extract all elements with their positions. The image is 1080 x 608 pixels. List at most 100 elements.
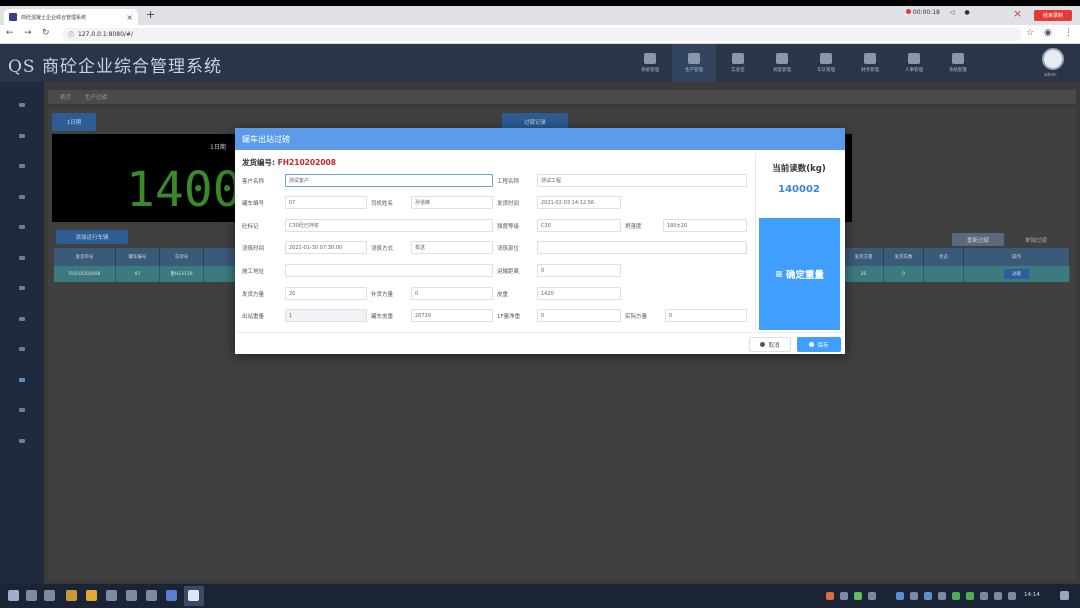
- sidebar-item-icon[interactable]: [19, 256, 25, 260]
- driver-label: 司机姓名: [371, 201, 394, 207]
- sidebar-item-icon[interactable]: [19, 195, 25, 199]
- sidebar-item-icon[interactable]: [19, 134, 25, 138]
- tray-icon[interactable]: [980, 592, 988, 600]
- display-caption: 1日期: [210, 144, 226, 151]
- volume-icon[interactable]: [1008, 592, 1016, 600]
- truck-tare-field[interactable]: 20739: [411, 309, 493, 322]
- cancel-button[interactable]: 取消: [749, 337, 791, 352]
- tray-icon[interactable]: [966, 592, 974, 600]
- customer-field[interactable]: 测试客户: [285, 174, 493, 187]
- sidebar-item-icon-active[interactable]: [19, 378, 25, 382]
- close-window-icon[interactable]: ×: [1013, 7, 1022, 20]
- new-tab-icon[interactable]: +: [146, 8, 155, 21]
- tray-icon[interactable]: [994, 592, 1002, 600]
- nav-item-fleet[interactable]: 车队管理: [804, 44, 848, 82]
- breadcrumb-home[interactable]: 首页: [60, 93, 71, 101]
- tray-icon[interactable]: [854, 592, 862, 600]
- app-icon[interactable]: [146, 590, 157, 601]
- tray-icon[interactable]: [896, 592, 904, 600]
- gross-weight-field[interactable]: 1: [285, 309, 367, 322]
- tray-icon[interactable]: [868, 592, 876, 600]
- distance-field[interactable]: 0: [537, 264, 621, 277]
- pour-part-field[interactable]: [537, 241, 747, 254]
- confirm-weight-button[interactable]: ≡ 确定重量: [759, 218, 840, 330]
- sidebar-item-icon[interactable]: [19, 103, 25, 107]
- close-tab-icon[interactable]: ×: [126, 13, 133, 22]
- sidebar-item-icon[interactable]: [19, 408, 25, 412]
- pour-method-field[interactable]: 泵送: [411, 241, 493, 254]
- nav-item-lab[interactable]: 实验室: [716, 44, 760, 82]
- nav-item-hr[interactable]: 人事管理: [892, 44, 936, 82]
- net-weight-field[interactable]: 0: [537, 309, 621, 322]
- app-icon[interactable]: [126, 590, 137, 601]
- nav-item-dispatch[interactable]: 调度管理: [760, 44, 804, 82]
- stop-recording-button[interactable]: 结束录制: [1034, 10, 1072, 21]
- tray-icon[interactable]: [938, 592, 946, 600]
- supplement-volume-label: 补货方量: [371, 292, 394, 298]
- slump-field[interactable]: 180±20: [663, 219, 747, 232]
- notification-icon[interactable]: [1060, 591, 1069, 600]
- forward-icon[interactable]: →: [24, 28, 32, 38]
- speaker-icon[interactable]: ◁: [950, 9, 955, 16]
- browser-icon[interactable]: [188, 590, 199, 601]
- tare-field[interactable]: 1420: [537, 287, 621, 300]
- truck-no-label: 罐车编号: [242, 201, 265, 207]
- task-view-icon[interactable]: [44, 590, 55, 601]
- date-button[interactable]: 1日期: [52, 113, 96, 131]
- folder-icon[interactable]: [86, 590, 97, 601]
- tray-icon[interactable]: [910, 592, 918, 600]
- driver-field[interactable]: 孙道峰: [411, 196, 493, 209]
- order-number-label: 发货编号:: [242, 158, 275, 167]
- gross-weight-label: 出站重量: [242, 314, 265, 320]
- sidebar-item-icon[interactable]: [19, 347, 25, 351]
- reload-icon[interactable]: ↻: [42, 28, 50, 38]
- ship-time-field[interactable]: 2021-02-03 14:12:56: [537, 196, 621, 209]
- mark-field[interactable]: C30砼已拌浆: [285, 219, 493, 232]
- browser-tab[interactable]: 商砼混凝土企业综合管理系统 ×: [4, 9, 138, 25]
- start-icon[interactable]: [8, 590, 19, 601]
- reweigh-button[interactable]: 重新过磅: [952, 233, 1004, 246]
- table-cell: 0: [884, 266, 924, 282]
- nav-item-config[interactable]: 系统配置: [936, 44, 980, 82]
- sidebar-item-icon[interactable]: [19, 286, 25, 290]
- app-icon[interactable]: [166, 590, 177, 601]
- sidebar-item-icon[interactable]: [19, 225, 25, 229]
- weigh-action-button[interactable]: 过磅: [1004, 269, 1029, 279]
- ship-volume-field[interactable]: 20: [285, 287, 367, 300]
- list-icon: ≡: [775, 268, 783, 280]
- menu-icon[interactable]: ⋮: [1064, 28, 1073, 38]
- pour-part-label: 浇筑部位: [497, 246, 520, 252]
- nav-item-system[interactable]: 系统管理: [628, 44, 672, 82]
- app-icon[interactable]: [106, 590, 117, 601]
- tray-icon[interactable]: [826, 592, 834, 600]
- tray-icon[interactable]: [952, 592, 960, 600]
- monitor-icon: [688, 53, 700, 64]
- site-address-field[interactable]: [285, 264, 493, 277]
- save-button[interactable]: 保存: [797, 337, 841, 352]
- sidebar-item-icon[interactable]: [19, 439, 25, 443]
- url-field[interactable]: ⓘ 127.0.0.1:8080/#/: [62, 28, 1022, 41]
- profile-icon[interactable]: ◉: [1044, 28, 1052, 38]
- star-icon[interactable]: ☆: [1026, 28, 1034, 38]
- tray-icon[interactable]: [924, 592, 932, 600]
- add-vehicle-button[interactable]: 添加运行车辆: [56, 230, 128, 244]
- nav-item-production[interactable]: 生产管理: [672, 44, 716, 82]
- file-explorer-icon[interactable]: [66, 590, 77, 601]
- nav-item-finance[interactable]: 财务管理: [848, 44, 892, 82]
- avatar[interactable]: [1042, 48, 1064, 70]
- strength-field[interactable]: C30: [537, 219, 621, 232]
- pour-time-field[interactable]: 2021-01-30 07:30:00: [285, 241, 367, 254]
- search-icon[interactable]: [26, 590, 37, 601]
- supplement-volume-field[interactable]: 0: [411, 287, 493, 300]
- actual-volume-field[interactable]: 0: [665, 309, 747, 322]
- truck-no-field[interactable]: 07: [285, 196, 367, 209]
- sidebar-item-icon[interactable]: [19, 164, 25, 168]
- project-field[interactable]: 测试工程: [537, 174, 747, 187]
- back-icon[interactable]: ←: [6, 28, 14, 38]
- single-weigh-button[interactable]: 单独过磅: [1010, 233, 1062, 246]
- mic-icon[interactable]: ●: [965, 9, 970, 16]
- breadcrumb-current[interactable]: 生产过磅: [85, 93, 107, 101]
- sidebar-item-icon[interactable]: [19, 317, 25, 321]
- tray-icon[interactable]: [840, 592, 848, 600]
- table-cell: FH210202008: [54, 266, 116, 282]
